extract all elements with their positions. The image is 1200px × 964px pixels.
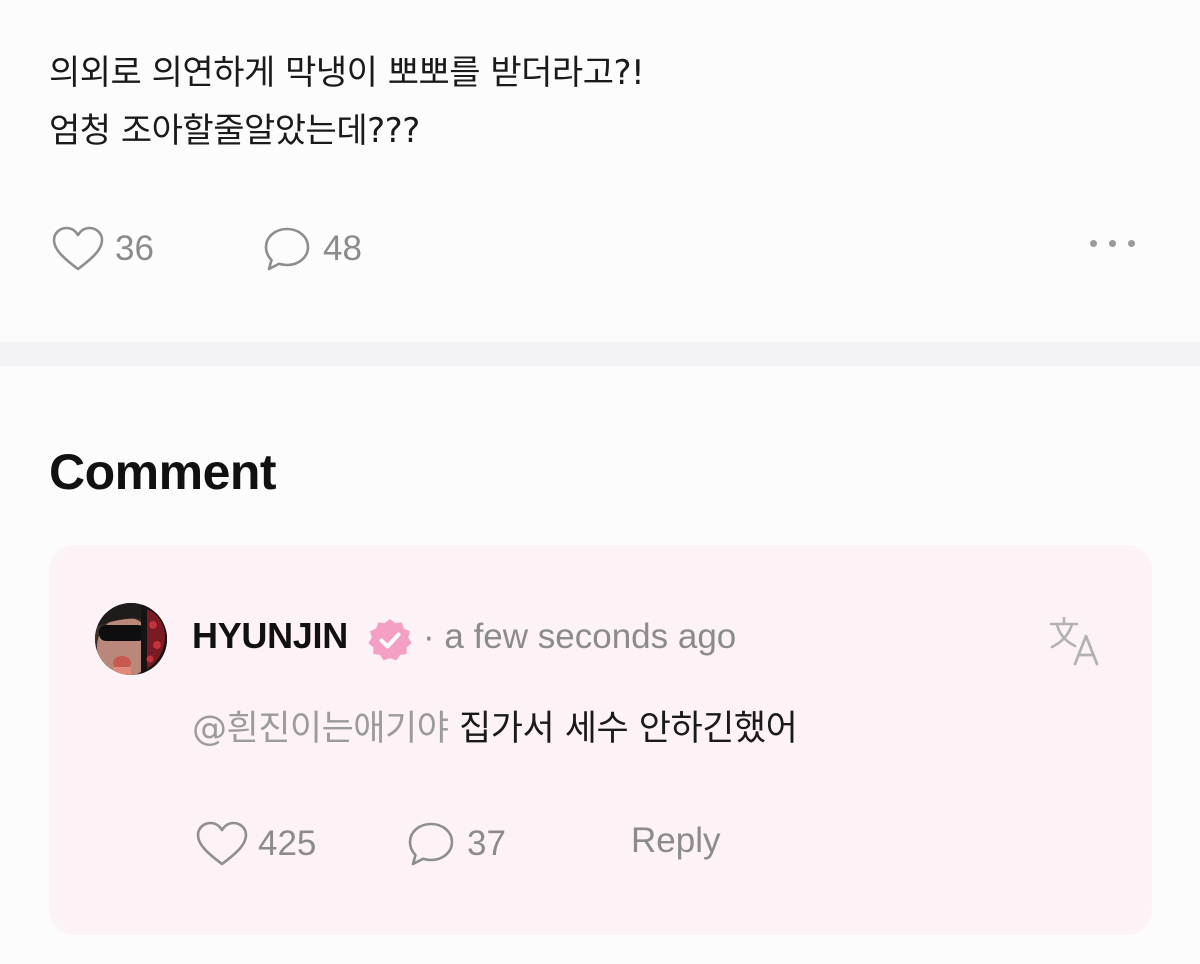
- comment-reply-count: 37: [467, 824, 506, 863]
- post-body: 의외로 의연하게 막냉이 뽀뽀를 받더라고?! 엄청 조아할줄알았는데???: [49, 44, 645, 160]
- post-like-button[interactable]: 36: [52, 226, 154, 272]
- avatar[interactable]: [95, 603, 167, 675]
- comment-time: a few seconds ago: [444, 617, 737, 656]
- comment-timestamp: · a few seconds ago: [423, 617, 736, 657]
- avatar-image: [95, 603, 167, 675]
- comment-bubble-icon: [408, 822, 454, 866]
- more-dot: [1090, 240, 1097, 247]
- post-comment-button[interactable]: 48: [263, 226, 362, 272]
- translate-icon[interactable]: [1048, 614, 1102, 668]
- heart-icon: [196, 821, 248, 866]
- heart-icon: [52, 226, 104, 271]
- comment-text: @흰진이는애기야 집가서 세수 안하긴했어: [192, 700, 798, 751]
- verified-badge-icon: [368, 619, 412, 661]
- comment-bubble-icon: [264, 227, 310, 271]
- more-dot: [1109, 240, 1116, 247]
- post-comment-count: 48: [323, 229, 362, 268]
- more-dot: [1128, 240, 1135, 247]
- more-horizontal-icon[interactable]: [1090, 240, 1135, 247]
- section-divider: [0, 342, 1200, 366]
- comment-author-name[interactable]: HYUNJIN: [192, 615, 348, 657]
- time-separator: ·: [423, 617, 435, 656]
- comment-like-button[interactable]: 425: [196, 821, 316, 867]
- comment-mention[interactable]: @흰진이는애기야: [192, 709, 449, 749]
- comment-reply-count-button[interactable]: 37: [407, 821, 506, 867]
- comment-body: 집가서 세수 안하긴했어: [459, 709, 798, 749]
- post-like-count: 36: [115, 229, 154, 268]
- post-line: 의외로 의연하게 막냉이 뽀뽀를 받더라고?!: [49, 53, 645, 93]
- post: 의외로 의연하게 막냉이 뽀뽀를 받더라고?! 엄청 조아할줄알았는데??? 3…: [0, 0, 1200, 342]
- comments-heading: Comment: [49, 444, 277, 500]
- reply-button[interactable]: Reply: [631, 821, 720, 861]
- comment-like-count: 425: [258, 824, 317, 863]
- post-line: 엄청 조아할줄알았는데???: [49, 111, 420, 151]
